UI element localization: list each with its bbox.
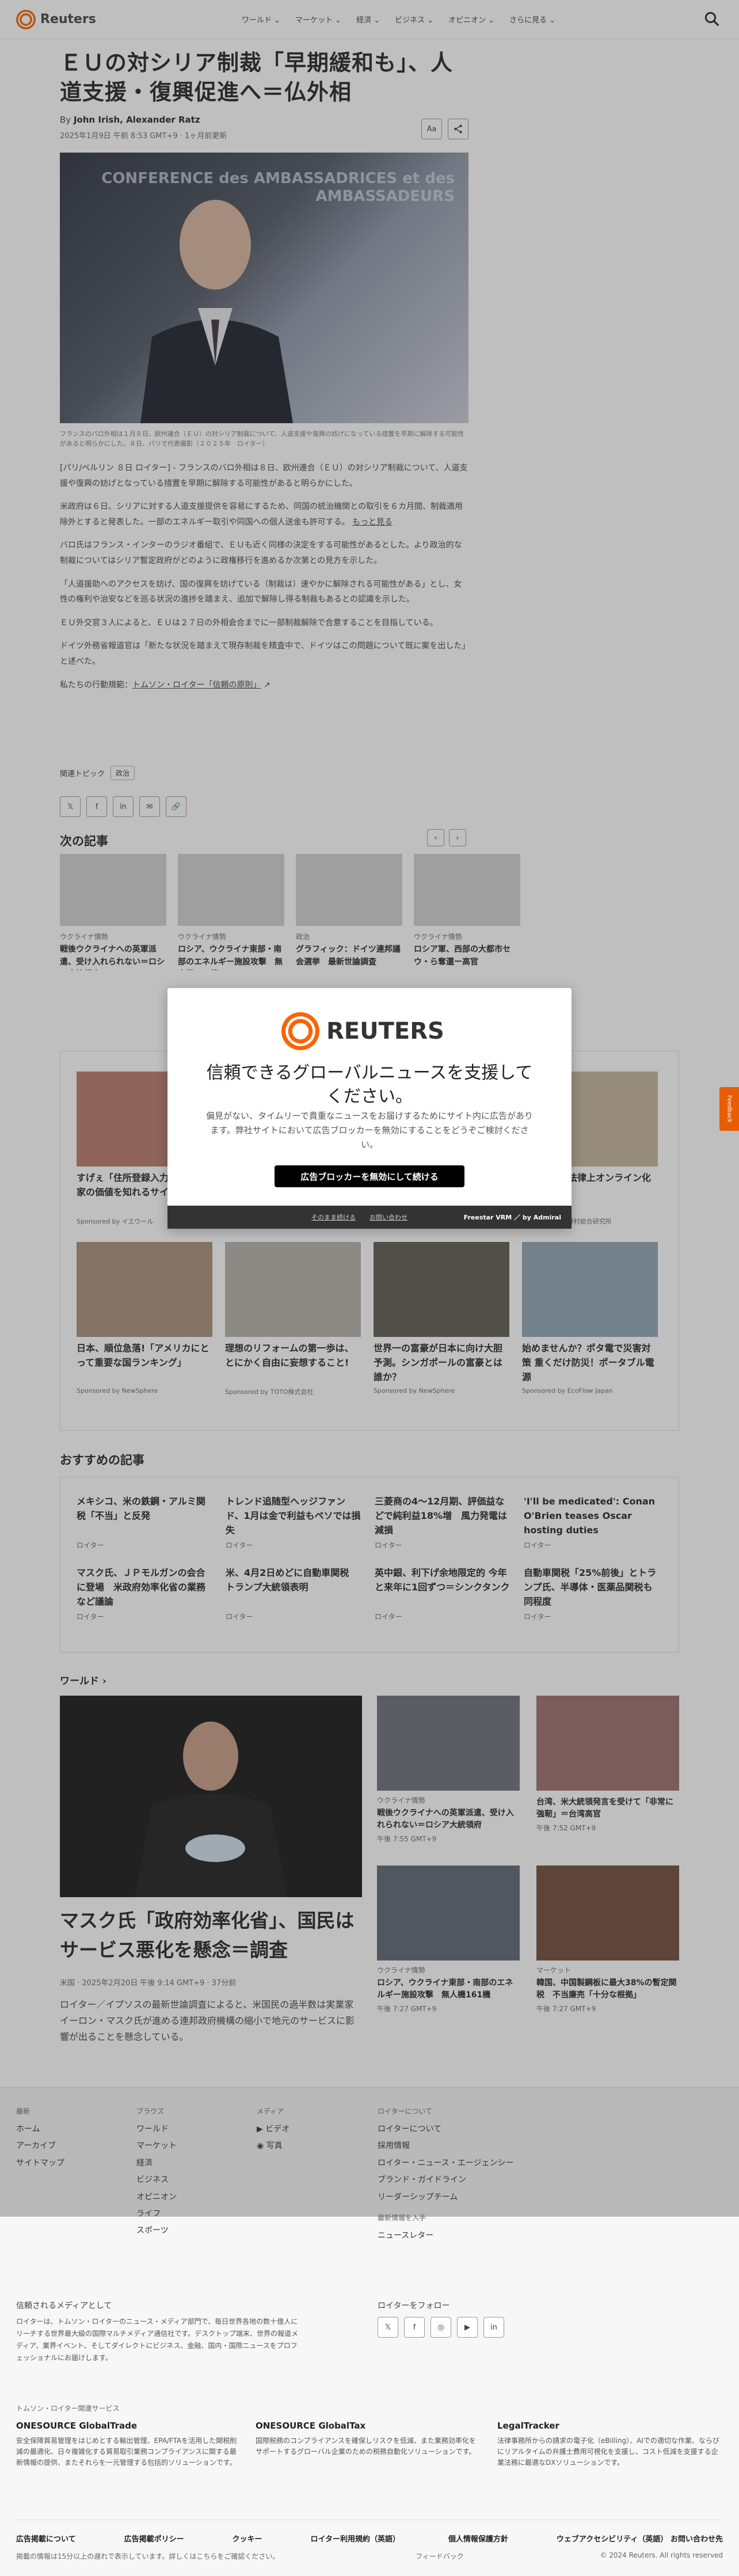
facebook-icon: f xyxy=(413,2323,416,2332)
product-desc: 国際税務のコンプライアンスを確保しリスクを低減、また業務効率化をサポートするグロ… xyxy=(256,2437,476,2456)
product-desc: 法律事務所からの請求の電子化（eBilling）、AIでの適切な作業、ならびにリ… xyxy=(497,2437,719,2467)
footer-legal-link[interactable]: 広告掲載について xyxy=(16,2533,76,2544)
legal-links: 広告掲載について 広告掲載ポリシー クッキー ロイター利用規約（英語） 個人情報… xyxy=(16,2520,723,2544)
feedback-tab[interactable]: Feedback xyxy=(719,1087,739,1131)
footer-legal-link[interactable]: 個人情報保護方針 xyxy=(448,2533,508,2544)
social-links: 𝕏 f ◎ ▶ in xyxy=(378,2317,504,2338)
product-legaltracker[interactable]: LegalTracker 法律事務所からの請求の電子化（eBilling）、AIで… xyxy=(497,2421,722,2469)
copyright: © 2024 Reuters. All rights reserved xyxy=(600,2551,723,2559)
modal-title: 信頼できるグローバルニュースを支援してください。 xyxy=(206,1063,533,1107)
continue-anyway-link[interactable]: そのまま続ける xyxy=(311,1213,356,1222)
modal-links: そのまま続ける お問い合わせ xyxy=(311,1213,407,1222)
adblock-modal: REUTERS 信頼できるグローバルニュースを支援してください。 偏見がない、タ… xyxy=(167,988,572,1229)
modal-body: 偏見がない、タイムリーで貴重なニュースをお届けするためにサイト内に広告があります… xyxy=(205,1111,534,1150)
footer-follow: ロイターをフォロー 𝕏 f ◎ ▶ in xyxy=(378,2300,504,2338)
product-globaltrade[interactable]: ONESOURCE GlobalTrade 安全保障貿易管理をはじめとする輸出管理… xyxy=(16,2421,241,2469)
feedback-link[interactable]: フィードバック xyxy=(416,2551,464,2561)
contact-link[interactable]: お問い合わせ xyxy=(370,1213,407,1222)
footer-legal-link[interactable]: クッキー xyxy=(233,2533,262,2544)
product-globaltax[interactable]: ONESOURCE GlobalTax 国際税務のコンプライアンスを確保しリスクを… xyxy=(256,2421,480,2457)
about-heading: 信頼されるメディアとして xyxy=(16,2301,112,2311)
footer-link-newsletter[interactable]: ニュースレター xyxy=(378,2228,513,2244)
footer-bottom: 掲載の情報は15分以上の遅れで表示しています。詳しくはこちらをご確認ください。 … xyxy=(16,2551,723,2561)
x-follow-button[interactable]: 𝕏 xyxy=(378,2317,398,2338)
footer-legal-link[interactable]: 広告掲載ポリシー xyxy=(124,2533,184,2544)
modal-logo-text: REUTERS xyxy=(326,1018,444,1044)
footer-about: 信頼されるメディアとして ロイターは、トムソン・ロイターのニュース・メディア部門… xyxy=(16,2300,304,2364)
youtube-follow-button[interactable]: ▶ xyxy=(457,2317,478,2338)
reuters-logo-mark-icon xyxy=(281,1012,319,1050)
footer-legal-link[interactable]: ロイター利用規約（英語） xyxy=(310,2533,399,2544)
modal-logo: REUTERS xyxy=(281,1012,444,1050)
related-services-heading: トムソン・ロイター関連サービス xyxy=(16,2404,120,2412)
modal-brand: Freestar VRM ／ by Admiral xyxy=(463,1214,561,1221)
modal-footer-bar: そのまま続ける お問い合わせ Freestar VRM ／ by Admiral xyxy=(167,1206,572,1229)
footer-legal-link[interactable]: ウェブアクセシビリティ（英語） お問い合わせ先 xyxy=(557,2533,723,2544)
delay-note: 掲載の情報は15分以上の遅れで表示しています。詳しくはこちらをご確認ください。 xyxy=(16,2552,280,2560)
linkedin-follow-button[interactable]: in xyxy=(483,2317,504,2338)
instagram-icon: ◎ xyxy=(437,2323,444,2332)
about-text: ロイターは、トムソン・ロイターのニュース・メディア部門で、毎日世界各地の数十億人… xyxy=(16,2317,298,2362)
facebook-follow-button[interactable]: f xyxy=(404,2317,425,2338)
product-name[interactable]: LegalTracker xyxy=(497,2421,722,2431)
product-desc: 安全保障貿易管理をはじめとする輸出管理、EPA/FTAを活用した関税削減の最適化… xyxy=(16,2437,237,2467)
linkedin-icon: in xyxy=(490,2323,497,2332)
disable-adblock-button[interactable]: 広告ブロッカーを無効にして続ける xyxy=(275,1165,464,1187)
instagram-follow-button[interactable]: ◎ xyxy=(431,2317,451,2338)
x-icon: 𝕏 xyxy=(384,2323,391,2332)
youtube-icon: ▶ xyxy=(464,2323,470,2332)
product-name[interactable]: ONESOURCE GlobalTrade xyxy=(16,2421,241,2431)
footer-link[interactable]: スポーツ xyxy=(136,2222,177,2239)
product-name[interactable]: ONESOURCE GlobalTax xyxy=(256,2421,480,2431)
follow-heading: ロイターをフォロー xyxy=(378,2301,450,2311)
